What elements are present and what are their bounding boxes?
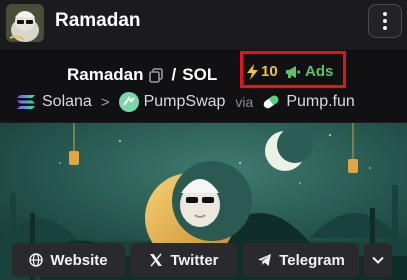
chevron-down-icon <box>372 256 384 264</box>
ads-label: Ads <box>305 63 334 80</box>
cat-avatar-icon <box>6 4 44 42</box>
app-header: Ramadan <box>0 0 407 50</box>
boost-count: 10 <box>261 63 278 80</box>
solana-icon <box>17 95 35 109</box>
twitter-button[interactable]: Twitter <box>130 243 238 277</box>
token-name: Ramadan <box>67 65 144 84</box>
telegram-label: Telegram <box>279 251 345 269</box>
quote-token: SOL <box>182 65 218 84</box>
token-avatar <box>6 4 44 42</box>
pair-title: Ramadan / SOL <box>67 63 217 87</box>
page-title: Ramadan <box>55 10 141 31</box>
copy-icon[interactable] <box>148 67 164 83</box>
website-label: Website <box>50 251 108 269</box>
lightning-icon <box>247 63 258 80</box>
x-logo-icon <box>150 253 163 267</box>
boost-badge[interactable]: 10 <box>246 63 278 80</box>
dot <box>383 26 387 30</box>
telegram-icon <box>258 254 272 266</box>
dot <box>383 19 387 23</box>
pumpfun-pill-icon <box>264 95 279 109</box>
globe-icon <box>29 253 44 267</box>
vertical-dots-icon <box>383 12 387 16</box>
pumpswap-icon <box>118 92 139 112</box>
chevron-right-icon: > <box>100 93 110 111</box>
social-links: Website Twitter Telegram <box>12 243 392 277</box>
source-link[interactable]: Pump.fun <box>286 93 354 111</box>
chain-link[interactable]: Solana <box>42 93 92 111</box>
website-button[interactable]: Website <box>12 243 125 277</box>
more-links-button[interactable] <box>364 243 392 277</box>
ads-badge[interactable]: Ads <box>285 63 333 80</box>
twitter-label: Twitter <box>170 251 219 269</box>
route-breadcrumb: Solana > PumpSwap via Pump.fun <box>16 91 355 113</box>
megaphone-icon <box>286 65 300 78</box>
dex-link[interactable]: PumpSwap <box>144 93 226 111</box>
telegram-button[interactable]: Telegram <box>243 243 359 277</box>
pair-separator: / <box>171 65 177 84</box>
more-menu-button[interactable] <box>368 4 402 38</box>
via-label: via <box>235 94 254 110</box>
